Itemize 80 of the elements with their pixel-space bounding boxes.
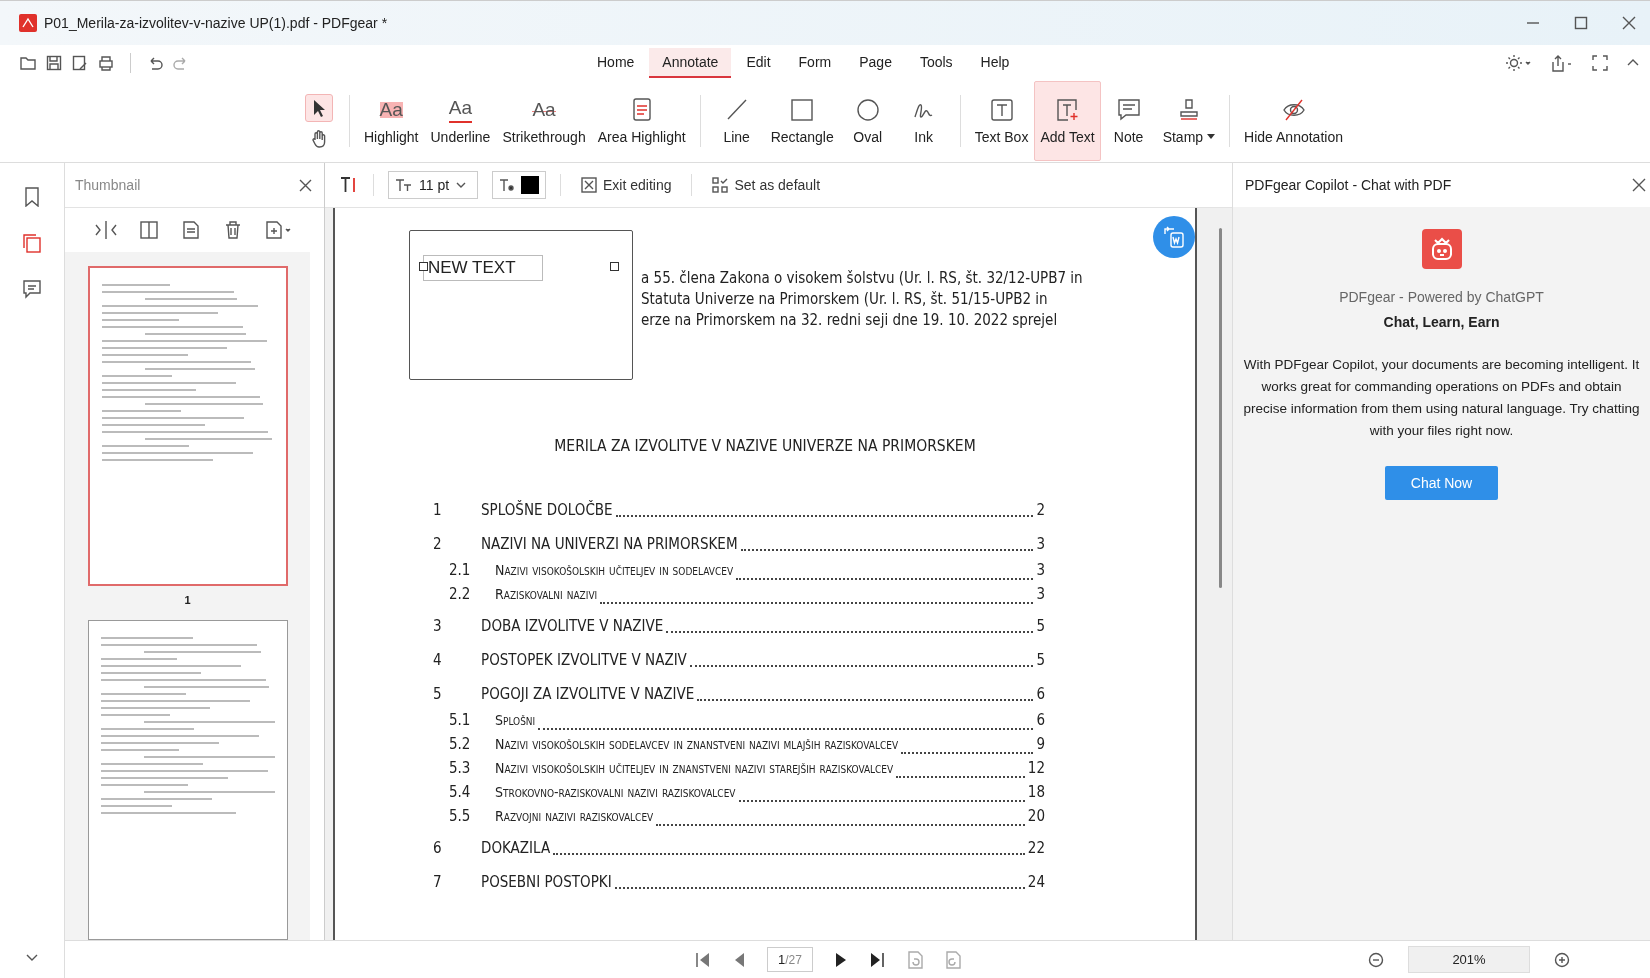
- toc-number: 3: [433, 617, 443, 635]
- toc-page-number: 6: [1036, 685, 1045, 703]
- toc-page-number: 18: [1027, 783, 1045, 801]
- copilot-tagline: Chat, Learn, Earn: [1383, 314, 1500, 330]
- toc-page-number: 20: [1027, 807, 1045, 825]
- tool-button[interactable]: Oval: [839, 81, 896, 161]
- tool-button[interactable]: Hide Annotation: [1238, 81, 1349, 161]
- tool-button[interactable]: Line: [708, 81, 765, 161]
- toc-number: 2.2: [448, 585, 472, 603]
- toc-page-number: 5: [1036, 651, 1045, 669]
- new-text-field[interactable]: NEW TEXT: [423, 255, 543, 281]
- menu-tab[interactable]: Page: [846, 48, 905, 78]
- document-heading: MERILA ZA IZVOLITVE V NAZIVE UNIVERZE NA PRIMORSKEM: [553, 437, 977, 455]
- toc-number: 2: [433, 535, 443, 553]
- toc-page-number: 24: [1027, 873, 1045, 891]
- toc-title[interactable]: DOKAZILA: [481, 839, 551, 857]
- toc-title[interactable]: NAZIVI NA UNIVERZI NA PRIMORSKEM: [481, 535, 738, 553]
- toc-number: 1: [433, 501, 443, 519]
- toc-number: 5.3: [448, 759, 472, 777]
- menu-tab[interactable]: Form: [785, 48, 845, 78]
- toc-page-number: 2: [1036, 501, 1045, 519]
- toc-number: 5.5: [448, 807, 472, 825]
- page-count: /27: [785, 953, 802, 967]
- toc-number: 5.2: [448, 735, 472, 753]
- toc-number: 6: [433, 839, 443, 857]
- paragraph-line: erze na Primorskem na 32. redni seji dne 19. 10. 2022 sprejel: [641, 310, 1059, 331]
- toc-title[interactable]: POSEBNI POSTOPKI: [481, 873, 612, 891]
- page-number: 1: [184, 594, 191, 606]
- toc-title[interactable]: POSTOPEK IZVOLITVE V NAZIV: [481, 651, 687, 669]
- copilot-subtitle: PDFgear - Powered by ChatGPT: [1339, 289, 1544, 305]
- toc-page-number: 12: [1027, 759, 1045, 777]
- tool-glyph: Aa: [448, 97, 473, 123]
- menu-tab[interactable]: Tools: [906, 48, 966, 78]
- paragraph-line: Statuta Univerze na Primorskem (Ur. l. RS, št. 51/15-UPB2 in: [641, 289, 1049, 310]
- tool-button[interactable]: Note: [1100, 81, 1157, 161]
- window-title: P01_Merila-za-izvolitev-v-nazive UP(1).pdf - PDFgear *: [44, 15, 389, 31]
- toc-title[interactable]: Nazivi visokošolskih učiteljev in znanstveni nazivi starejših raziskovalcev: [495, 760, 894, 776]
- font-size-dropdown[interactable]: 11 pt: [388, 171, 478, 199]
- tool-button[interactable]: Stamp: [1156, 81, 1222, 161]
- toc-number: 2.1: [448, 561, 472, 579]
- menu-tab[interactable]: Annotate: [649, 48, 732, 78]
- toc-title[interactable]: Raziskovalni nazivi: [495, 586, 598, 602]
- tool-button[interactable]: Text Box: [968, 81, 1035, 161]
- toc-page-number: 6: [1036, 711, 1045, 729]
- toc-number: 7: [433, 873, 443, 891]
- toc-title[interactable]: Nazivi visokošolskih sodelavcev in znanstveni nazivi mlajših raziskovalcev: [495, 736, 899, 752]
- tool-button[interactable]: Area Highlight: [591, 81, 692, 161]
- menu-tab[interactable]: Help: [967, 48, 1023, 78]
- menu-tab[interactable]: Home: [584, 48, 648, 78]
- tool-button[interactable]: Aa Highlight: [358, 81, 425, 161]
- toc-title[interactable]: Splošni: [495, 712, 536, 728]
- menu-tab[interactable]: Edit: [733, 48, 784, 78]
- toc-title[interactable]: DOBA IZVOLITVE V NAZIVE: [481, 617, 664, 635]
- tool-button[interactable]: Rectangle: [764, 81, 840, 161]
- toc-number: 5.1: [448, 711, 472, 729]
- toc-page-number: 3: [1036, 561, 1045, 579]
- set-as-default-button[interactable]: Set as default: [706, 176, 827, 194]
- toc-title[interactable]: Nazivi visokošolskih učiteljev in sodelavcev: [495, 562, 734, 578]
- panel-title: PDFgear Copilot - Chat with PDF: [1245, 177, 1452, 193]
- toc-page-number: 3: [1036, 585, 1045, 603]
- tool-button[interactable]: Aa Underline: [424, 81, 497, 161]
- toc-number: 5.4: [448, 783, 472, 801]
- tool-button[interactable]: Ink: [895, 81, 952, 161]
- toc-title[interactable]: Strokovno-raziskovalni nazivi raziskovalcev: [495, 784, 736, 800]
- toc-number: 4: [433, 651, 443, 669]
- page-number-field[interactable]: 1/27: [767, 947, 813, 972]
- toc-page-number: 3: [1036, 535, 1045, 553]
- toc-page-number: 5: [1036, 617, 1045, 635]
- panel-title: Thumbnail: [75, 177, 141, 193]
- toc-number: 5: [433, 685, 443, 703]
- paragraph-line: a 55. člena Zakona o visokem šolstvu (Ur. l. RS, št. 32/12-UPB7 in: [641, 268, 1084, 289]
- toc-page-number: 9: [1036, 735, 1045, 753]
- toc-page-number: 22: [1027, 839, 1045, 857]
- zoom-level-field[interactable]: 201%: [1408, 946, 1530, 973]
- toc-title[interactable]: POGOJI ZA IZVOLITVE V NAZIVE: [481, 685, 695, 703]
- toc-title[interactable]: Razvojni nazivi raziskovalcev: [495, 808, 654, 824]
- tool-button[interactable]: Add Text: [1034, 81, 1101, 161]
- toc-title[interactable]: SPLOŠNE DOLOČBE: [481, 501, 613, 519]
- copilot-description: With PDFgear Copilot, your documents are becoming intelligent. It works great for commanding operations on PDFs and obtain precise information from them using natural language. Try chatting with your files right now.: [1242, 356, 1641, 440]
- exit-editing-button[interactable]: Exit editing: [575, 176, 678, 194]
